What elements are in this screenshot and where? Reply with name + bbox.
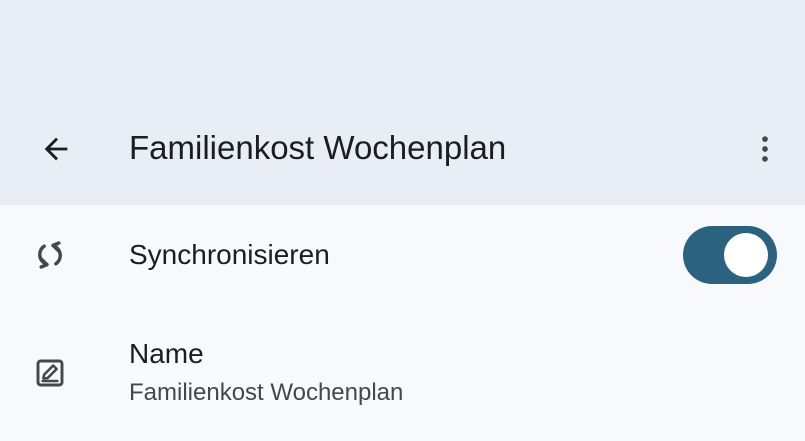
- more-vert-icon: [762, 136, 768, 162]
- sync-setting-row[interactable]: Synchronisieren: [0, 205, 805, 305]
- page-title: Familienkost Wochenplan: [129, 129, 507, 166]
- sync-icon: [28, 233, 72, 277]
- toggle-thumb: [724, 233, 768, 277]
- name-value: Familienkost Wochenplan: [129, 379, 404, 406]
- name-setting-row[interactable]: Name Familienkost Wochenplan: [0, 315, 805, 435]
- name-label: Name: [129, 338, 204, 369]
- more-options-button[interactable]: [737, 121, 793, 177]
- sync-label: Synchronisieren: [129, 239, 330, 270]
- sync-toggle[interactable]: [683, 226, 777, 284]
- top-app-bar: Familienkost Wochenplan: [0, 0, 805, 205]
- edit-square-icon: [28, 351, 72, 395]
- arrow-back-icon: [44, 137, 68, 161]
- back-button[interactable]: [28, 121, 84, 177]
